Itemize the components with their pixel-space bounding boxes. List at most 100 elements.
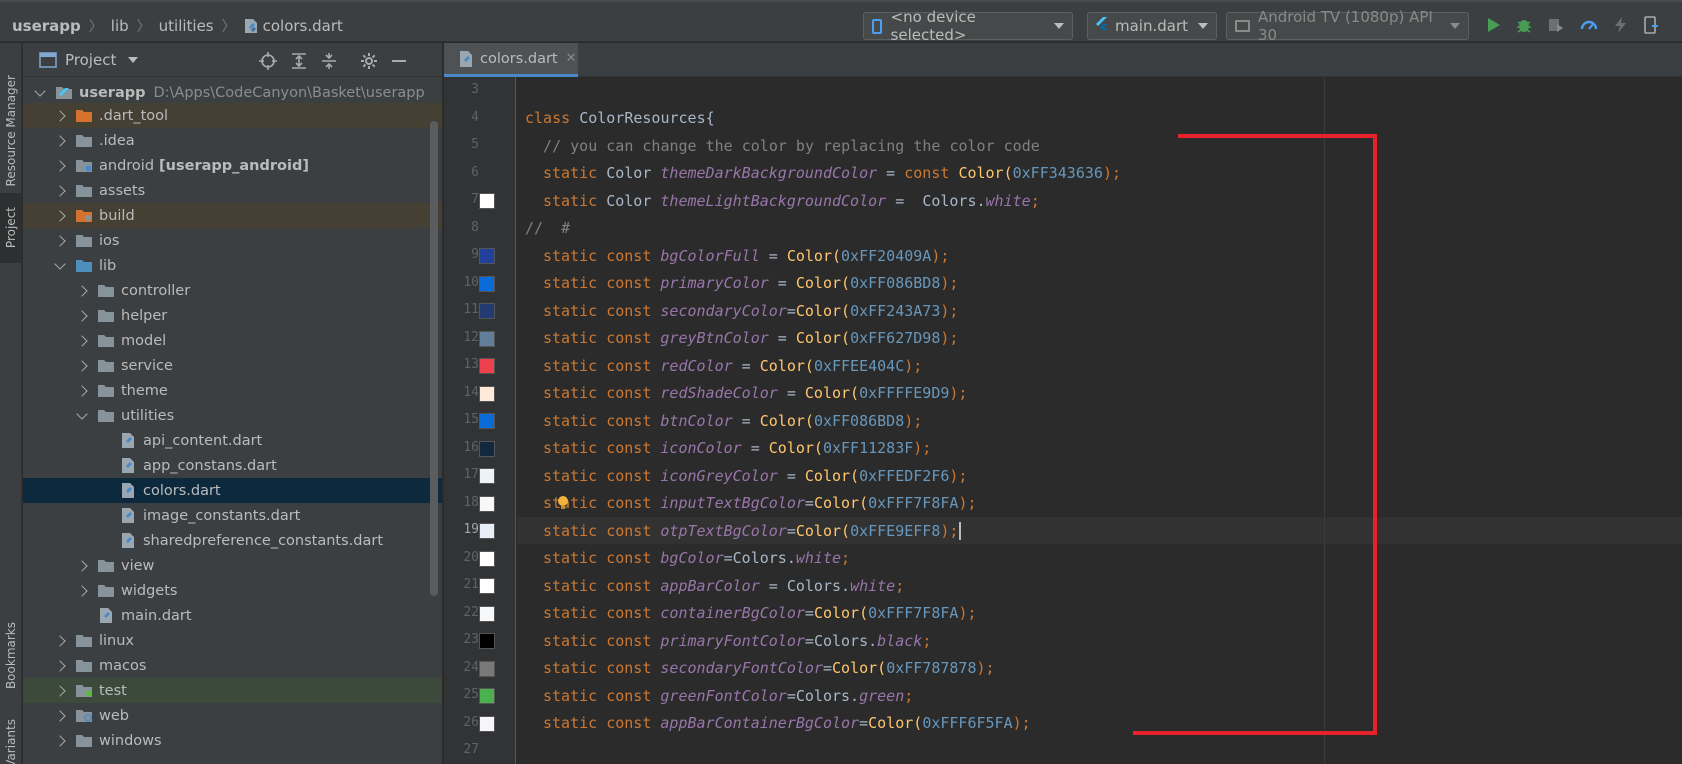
- tree-item-lib[interactable]: lib: [23, 253, 442, 278]
- variants-tab[interactable]: Variants: [0, 713, 22, 764]
- color-swatch[interactable]: [479, 495, 495, 512]
- code-line[interactable]: static const inputTextBgColor = Color(0xFF…: [543, 490, 977, 517]
- tree-item-windows[interactable]: windows: [23, 728, 442, 753]
- tree-item-sharedpreference-constants[interactable]: sharedpreference_constants.dart: [23, 528, 442, 553]
- code-line[interactable]: static const appBarContainerBgColor = Colo…: [543, 710, 1031, 737]
- tree-item-model[interactable]: model: [23, 328, 442, 353]
- code-line[interactable]: static const redColor = Color(0xFFEE404C…: [543, 352, 922, 379]
- minimize-icon[interactable]: [389, 51, 409, 71]
- color-swatch[interactable]: [479, 468, 495, 484]
- hot-reload-icon[interactable]: [1612, 16, 1630, 34]
- tree-root[interactable]: userapp D:\Apps\CodeCanyon\Basket\userap…: [23, 80, 442, 105]
- tree-item-utilities[interactable]: utilities: [23, 403, 442, 428]
- color-swatch[interactable]: [479, 358, 495, 374]
- color-swatch[interactable]: [479, 413, 495, 429]
- chevron-right-icon[interactable]: [75, 359, 89, 373]
- code-line[interactable]: static const iconColor = Color(0xFF11283…: [543, 435, 931, 462]
- chevron-right-icon[interactable]: [75, 284, 89, 298]
- tree-item-helper[interactable]: helper: [23, 303, 442, 328]
- code-line[interactable]: static const iconGreyColor = Color(0xFFE…: [543, 462, 967, 489]
- tree-item-controller[interactable]: controller: [23, 278, 442, 303]
- chevron-right-icon[interactable]: [53, 134, 67, 148]
- tree-item-image-constants[interactable]: image_constants.dart: [23, 503, 442, 528]
- color-swatch[interactable]: [479, 275, 495, 292]
- code-line[interactable]: static const redShadeColor = Color(0xFFF…: [543, 380, 967, 407]
- project-tab[interactable]: Project: [0, 193, 22, 263]
- locate-icon[interactable]: [258, 51, 278, 71]
- tree-item-dart-tool[interactable]: .dart_tool: [23, 103, 442, 128]
- project-view-selector[interactable]: Project: [65, 51, 116, 69]
- close-icon[interactable]: ✕: [566, 51, 577, 66]
- tree-item-service[interactable]: service: [23, 353, 442, 378]
- color-swatch[interactable]: [479, 550, 495, 567]
- code-line[interactable]: static const appBarColor = Colors. white;: [543, 572, 904, 599]
- tree-item-web[interactable]: web: [23, 703, 442, 728]
- chevron-right-icon[interactable]: [53, 234, 67, 248]
- color-swatch[interactable]: [479, 660, 495, 677]
- chevron-right-icon[interactable]: [53, 684, 67, 698]
- chevron-right-icon[interactable]: [53, 209, 67, 223]
- color-swatch[interactable]: [479, 193, 495, 209]
- color-swatch[interactable]: [479, 523, 495, 539]
- chevron-down-icon[interactable]: [75, 409, 89, 423]
- chevron-right-icon[interactable]: [53, 109, 67, 123]
- chevron-right-icon[interactable]: [53, 709, 67, 723]
- bookmarks-tab[interactable]: Bookmarks: [0, 613, 22, 698]
- color-swatch[interactable]: [479, 715, 495, 732]
- tree-item-assets[interactable]: assets: [23, 178, 442, 203]
- run-config-selector[interactable]: main.dart: [1087, 12, 1217, 40]
- code-line[interactable]: static Color themeLightBackgroundColor =…: [543, 187, 1040, 214]
- tree-item-linux[interactable]: linux: [23, 628, 442, 653]
- breadcrumb-item-utilities[interactable]: utilities: [159, 17, 214, 35]
- code-area[interactable]: class ColorResources{ // you can change …: [517, 77, 1682, 764]
- code-line[interactable]: static const secondaryColor = Color(0xFF24…: [543, 297, 958, 324]
- coverage-icon[interactable]: [1547, 16, 1565, 34]
- chevron-right-icon[interactable]: [53, 734, 67, 748]
- breadcrumb-item-project[interactable]: userapp: [12, 17, 81, 35]
- breadcrumb-item-lib[interactable]: lib: [111, 17, 129, 35]
- color-swatch[interactable]: [479, 385, 495, 402]
- project-scrollbar[interactable]: [430, 121, 438, 596]
- intention-bulb-icon[interactable]: [557, 495, 569, 509]
- tree-item-android[interactable]: android [userapp_android]: [23, 153, 442, 178]
- tree-item-build[interactable]: build: [23, 203, 442, 228]
- color-swatch[interactable]: [479, 330, 495, 347]
- code-line[interactable]: // #: [525, 215, 570, 242]
- chevron-right-icon[interactable]: [53, 159, 67, 173]
- code-line[interactable]: static const bgColor = Colors. white;: [543, 545, 850, 572]
- chevron-right-icon[interactable]: [75, 334, 89, 348]
- code-line[interactable]: static const secondaryFontColor = Color(0x…: [543, 655, 995, 682]
- color-swatch[interactable]: [479, 605, 495, 622]
- color-swatch[interactable]: [479, 688, 495, 704]
- gear-icon[interactable]: [359, 51, 379, 71]
- color-swatch[interactable]: [479, 303, 495, 319]
- chevron-right-icon[interactable]: [53, 634, 67, 648]
- breadcrumb-item-file[interactable]: colors.dart: [263, 17, 343, 35]
- tree-item-test[interactable]: test: [23, 678, 442, 703]
- chevron-right-icon[interactable]: [75, 584, 89, 598]
- color-swatch[interactable]: [479, 633, 495, 649]
- debug-icon[interactable]: [1515, 16, 1533, 34]
- color-swatch[interactable]: [479, 578, 495, 594]
- code-line[interactable]: static const primaryColor = Color(0xFF08…: [543, 270, 958, 297]
- emulator-selector[interactable]: Android TV (1080p) API 30: [1226, 8, 1469, 44]
- tree-item-macos[interactable]: macos: [23, 653, 442, 678]
- tree-item-theme[interactable]: theme: [23, 378, 442, 403]
- profiler-icon[interactable]: [1580, 16, 1598, 34]
- chevron-down-icon[interactable]: [53, 259, 67, 273]
- chevron-down-icon[interactable]: [33, 86, 47, 100]
- chevron-right-icon[interactable]: [75, 384, 89, 398]
- tree-item-api-content[interactable]: api_content.dart: [23, 428, 442, 453]
- tree-item-main[interactable]: main.dart: [23, 603, 442, 628]
- tree-item-app-constans[interactable]: app_constans.dart: [23, 453, 442, 478]
- chevron-right-icon[interactable]: [53, 184, 67, 198]
- code-line[interactable]: static const otpTextBgColor = Color(0xFFE9…: [517, 517, 1682, 544]
- collapse-all-icon[interactable]: [319, 51, 339, 71]
- code-line[interactable]: static const bgColorFull = Color(0xFF204…: [543, 242, 949, 269]
- tree-item-idea[interactable]: .idea: [23, 128, 442, 153]
- run-icon[interactable]: [1484, 16, 1502, 34]
- code-line[interactable]: static const primaryFontColor = Colors. bla…: [543, 627, 931, 654]
- expand-all-icon[interactable]: [289, 51, 309, 71]
- code-line[interactable]: static const containerBgColor = Color(0xFF…: [543, 600, 977, 627]
- chevron-down-icon[interactable]: [128, 56, 139, 63]
